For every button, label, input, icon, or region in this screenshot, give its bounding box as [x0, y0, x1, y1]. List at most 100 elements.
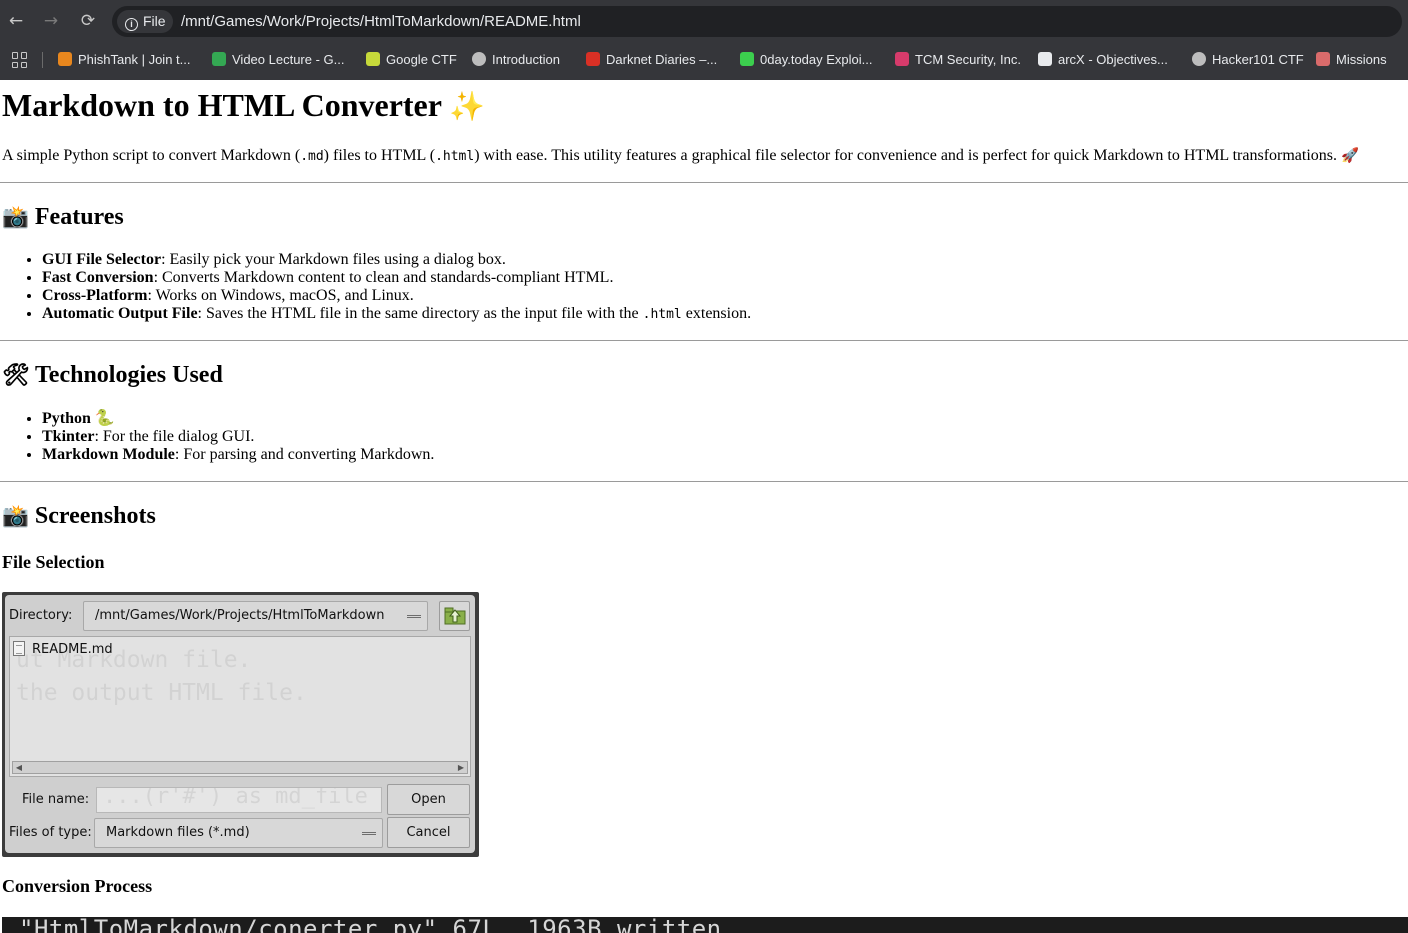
screenshots-heading: 📸 Screenshots [2, 503, 156, 530]
combo-arrow-icon [362, 832, 376, 835]
bookmark-item[interactable]: PhishTank | Join t... [58, 50, 191, 70]
item-text: : Converts Markdown content to clean and… [153, 269, 614, 286]
bookmark-favicon [366, 52, 380, 66]
item-text: extension. [681, 305, 752, 322]
item-text: : For parsing and converting Markdown. [174, 446, 435, 463]
background-ghost-text: the output HTML file. [16, 680, 307, 706]
bookmark-label: PhishTank | Join t... [78, 52, 191, 67]
camera-icon: 📸 [2, 504, 29, 529]
bookmark-label: 0day.today Exploi... [760, 52, 873, 67]
item-bold: Markdown Module [42, 446, 175, 463]
directory-value: /mnt/Games/Work/Projects/HtmlToMarkdown [95, 608, 385, 623]
list-item: GUI File Selector: Easily pick your Mark… [42, 251, 751, 269]
files-of-type-label: Files of type: [9, 825, 92, 840]
bookmark-label: Google CTF [386, 52, 457, 67]
bookmark-favicon [1192, 52, 1206, 66]
bookmark-label: arcX - Objectives... [1058, 52, 1168, 67]
inline-code: .html [642, 307, 682, 322]
item-bold: Tkinter [42, 428, 95, 445]
directory-combo: /mnt/Games/Work/Projects/HtmlToMarkdown [83, 601, 428, 631]
page-content: Markdown to HTML Converter ✨ A simple Py… [0, 80, 1408, 933]
heading-text: Features [34, 204, 124, 230]
browser-toolbar: ← → ⟳ i File /mnt/Games/Work/Projects/Htm… [0, 0, 1408, 42]
browser-chrome: ← → ⟳ i File /mnt/Games/Work/Projects/Htm… [0, 0, 1408, 80]
features-list: GUI File Selector: Easily pick your Mark… [42, 251, 751, 324]
bookmark-item[interactable]: arcX - Objectives... [1038, 50, 1168, 70]
intro-text: ) files to HTML ( [323, 147, 436, 164]
forward-arrow-icon[interactable]: → [40, 10, 62, 32]
scheme-label: File [143, 13, 166, 29]
bookmark-label: Video Lecture - G... [232, 52, 345, 67]
bookmark-label: TCM Security, Inc. [915, 52, 1021, 67]
bookmark-item[interactable]: Introduction [472, 50, 560, 70]
cancel-button: Cancel [387, 817, 470, 848]
bookmark-favicon [58, 52, 72, 66]
horizontal-scrollbar: ◀ ▶ [12, 761, 468, 774]
bookmark-item[interactable]: TCM Security, Inc. [895, 50, 1021, 70]
reload-icon[interactable]: ⟳ [77, 10, 99, 32]
intro-text: ) with ease. This utility features a gra… [474, 147, 1338, 164]
sparkles-icon: ✨ [449, 89, 486, 123]
bookmark-item[interactable]: Darknet Diaries –... [586, 50, 717, 70]
bookmark-favicon [895, 52, 909, 66]
divider [0, 340, 1408, 341]
tools-icon: 🛠 [2, 363, 30, 388]
bookmark-favicon [472, 52, 486, 66]
file-dialog-body: Directory: /mnt/Games/Work/Projects/Html… [5, 595, 475, 853]
bookmark-favicon [212, 52, 226, 66]
item-bold: Cross-Platform [42, 287, 148, 304]
bookmark-item[interactable]: Hacker101 CTF [1192, 50, 1304, 70]
bookmarks-separator [42, 52, 43, 68]
back-arrow-icon[interactable]: ← [5, 10, 27, 32]
file-selection-heading: File Selection [2, 552, 105, 572]
bookmark-favicon [586, 52, 600, 66]
rocket-icon: 🚀 [1341, 148, 1359, 164]
inline-code: .html [435, 149, 475, 164]
info-icon: i [125, 18, 138, 31]
list-item: Markdown Module: For parsing and convert… [42, 446, 434, 464]
bookmark-item[interactable]: 0day.today Exploi... [740, 50, 873, 70]
scroll-right-icon: ▶ [457, 763, 465, 772]
bookmark-label: Missions [1336, 52, 1387, 67]
list-item: Fast Conversion: Converts Markdown conte… [42, 269, 751, 287]
page-title: Markdown to HTML Converter ✨ [2, 87, 485, 124]
bookmark-item[interactable]: Missions [1316, 50, 1387, 70]
file-type-combo: Markdown files (*.md) [94, 818, 383, 848]
url-text[interactable]: /mnt/Games/Work/Projects/HtmlToMarkdown/… [181, 6, 581, 37]
item-bold: Python [42, 410, 91, 427]
bookmark-favicon [1316, 52, 1330, 66]
item-bold: Automatic Output File [42, 305, 198, 322]
bookmark-label: Darknet Diaries –... [606, 52, 718, 67]
intro-text: A simple Python script to convert Markdo… [2, 147, 301, 164]
conversion-process-heading: Conversion Process [2, 876, 153, 896]
site-info-chip[interactable]: i File [117, 10, 173, 33]
bookmark-label: Introduction [492, 52, 560, 67]
title-text: Markdown to HTML Converter [2, 87, 442, 123]
file-name-label: File name: [22, 792, 90, 807]
bookmark-item[interactable]: Video Lecture - G... [212, 50, 345, 70]
item-text: 🐍 [90, 410, 115, 427]
inline-code: .md [300, 149, 324, 164]
address-bar[interactable]: i File /mnt/Games/Work/Projects/HtmlToMar… [112, 6, 1402, 37]
item-text: : Saves the HTML file in the same direct… [197, 305, 643, 322]
divider [0, 481, 1408, 482]
technologies-list: Python 🐍 Tkinter: For the file dialog GU… [42, 410, 434, 464]
terminal-text: "HtmlToMarkdown/conerter.py" 67L, 1963B … [19, 917, 722, 933]
open-button: Open [387, 784, 470, 815]
apps-grid-icon[interactable] [12, 52, 28, 68]
bookmarks-bar: PhishTank | Join t... Video Lecture - G.… [0, 42, 1408, 78]
heading-text: Technologies Used [35, 362, 223, 388]
list-item: Tkinter: For the file dialog GUI. [42, 428, 434, 446]
terminal-screenshot: "HtmlToMarkdown/conerter.py" 67L, 1963B … [2, 917, 1408, 933]
features-heading: 📸 Features [2, 204, 124, 231]
combo-arrow-icon [407, 615, 421, 618]
bookmark-item[interactable]: Google CTF [366, 50, 457, 70]
file-type-value: Markdown files (*.md) [106, 825, 250, 840]
directory-label: Directory: [9, 608, 73, 623]
heading-text: Screenshots [34, 503, 156, 529]
file-list: ut Markdown file. the output HTML file. … [9, 636, 471, 777]
folder-up-icon [439, 601, 470, 631]
camera-icon: 📸 [2, 205, 29, 230]
list-item: Automatic Output File: Saves the HTML fi… [42, 305, 751, 324]
file-name-field: ...(r'#') as md_file [96, 787, 382, 813]
